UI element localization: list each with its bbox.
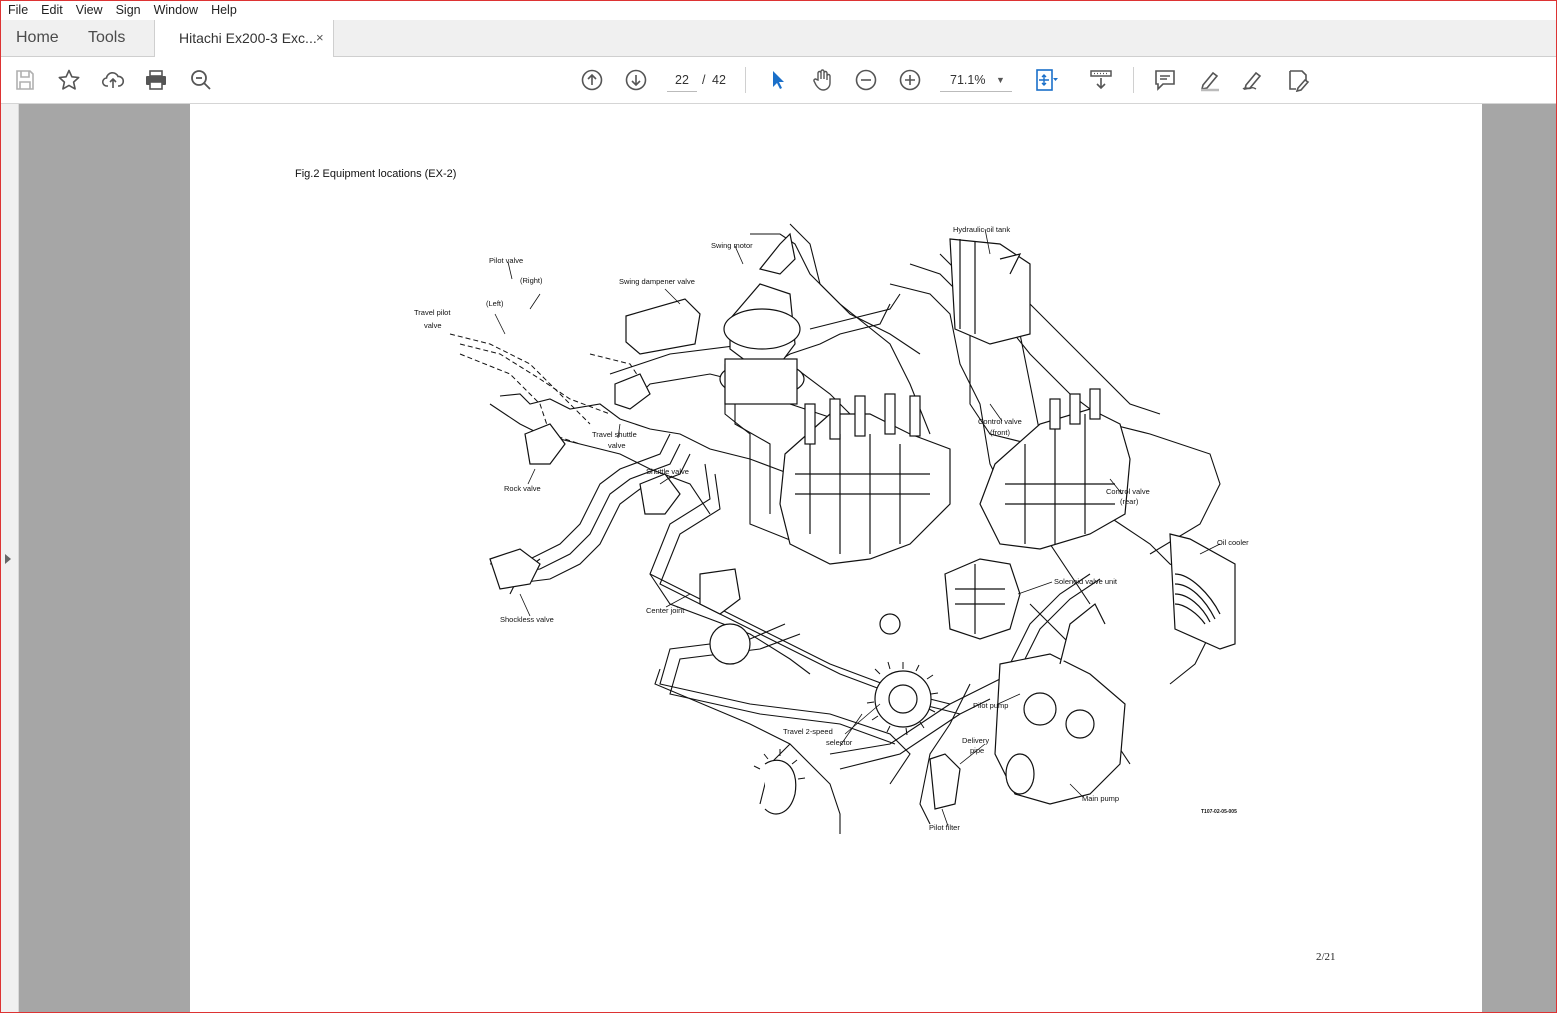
label-selector: selector — [826, 738, 853, 747]
label-right: (Right) — [520, 276, 543, 285]
pdf-page: Fig.2 Equipment locations (EX-2) Pilot v… — [190, 104, 1482, 1013]
figure-code: T107-02-05-005 — [1201, 809, 1237, 815]
tab-home[interactable]: Home — [16, 20, 59, 56]
label-shockless-valve: Shockless valve — [500, 615, 554, 624]
hand-tool-icon[interactable] — [809, 67, 835, 93]
label-swing-dampener: Swing dampener valve — [619, 277, 695, 286]
toolbar-divider — [745, 67, 746, 93]
label-swing-motor: Swing motor — [711, 241, 753, 250]
comment-icon[interactable] — [1152, 67, 1178, 93]
menu-help[interactable]: Help — [206, 3, 242, 17]
hydraulic-schematic-drawing — [449, 223, 1236, 834]
page-number-input[interactable]: 22 — [667, 69, 697, 92]
zoom-search-icon[interactable] — [188, 67, 214, 93]
label-center-joint: Center joint — [646, 606, 685, 615]
label-solenoid-valve-unit: Solenoid valve unit — [1054, 577, 1117, 586]
upload-cloud-icon[interactable] — [100, 67, 126, 93]
tab-tools[interactable]: Tools — [88, 20, 125, 56]
label-hydraulic-tank: Hydraulic oil tank — [953, 225, 1011, 234]
side-panel-toggle[interactable] — [0, 104, 19, 1013]
previous-page-icon[interactable] — [579, 67, 605, 93]
label-control-valve-front: Control valve — [978, 417, 1022, 426]
label-shuttle-valve: Shuttle valve — [646, 467, 689, 476]
close-tab-icon[interactable]: × — [316, 20, 324, 56]
zoom-out-icon[interactable] — [853, 67, 879, 93]
page-separator: / — [702, 73, 706, 87]
label-travel-pilot: Travel pilot — [414, 308, 451, 317]
tab-bar: Home Tools Hitachi Ex200-3 Exc... × — [0, 20, 1557, 57]
print-icon[interactable] — [143, 67, 169, 93]
next-page-icon[interactable] — [623, 67, 649, 93]
tab-document[interactable]: Hitachi Ex200-3 Exc... × — [154, 20, 334, 57]
save-icon[interactable] — [12, 67, 38, 93]
expand-arrow-icon — [5, 554, 11, 564]
label-travel-shuttle-valve: valve — [608, 441, 626, 450]
sign-icon[interactable] — [1240, 67, 1266, 93]
label-rear: (rear) — [1120, 497, 1139, 506]
menu-file[interactable]: File — [3, 3, 33, 17]
zoom-in-icon[interactable] — [897, 67, 923, 93]
fit-page-icon[interactable] — [1033, 67, 1059, 93]
star-icon[interactable] — [56, 67, 82, 93]
toolbar: 22 / 42 71.1% ▼ — [0, 57, 1557, 104]
chevron-down-icon: ▼ — [996, 75, 1005, 85]
toolbar-divider-2 — [1133, 67, 1134, 93]
document-viewer[interactable]: Fig.2 Equipment locations (EX-2) Pilot v… — [0, 104, 1557, 1013]
page-number-label: 2/21 — [1316, 951, 1336, 963]
fill-sign-icon[interactable] — [1285, 67, 1311, 93]
tab-document-title: Hitachi Ex200-3 Exc... — [179, 30, 317, 46]
label-travel-pilot-valve: valve — [424, 321, 442, 330]
label-pilot-valve: Pilot valve — [489, 256, 524, 265]
menu-bar: File Edit View Sign Window Help — [0, 0, 1557, 21]
menu-sign[interactable]: Sign — [111, 3, 146, 17]
label-main-pump: Main pump — [1082, 794, 1120, 803]
menu-window[interactable]: Window — [149, 3, 203, 17]
label-travel-2speed: Travel 2-speed — [783, 727, 833, 736]
zoom-value: 71.1% — [950, 73, 986, 87]
label-pilot-filter: Pilot filter — [929, 823, 960, 832]
label-control-valve-rear: Control valve — [1106, 487, 1150, 496]
label-delivery: Delivery — [962, 736, 990, 745]
label-left: (Left) — [486, 299, 504, 308]
label-oil-cooler: Oil cooler — [1217, 538, 1249, 547]
highlight-pen-icon[interactable] — [1197, 67, 1223, 93]
page-total: 42 — [712, 73, 726, 87]
menu-edit[interactable]: Edit — [36, 3, 68, 17]
zoom-level-select[interactable]: 71.1% ▼ — [940, 69, 1012, 92]
select-cursor-icon[interactable] — [765, 67, 791, 93]
label-rock-valve: Rock valve — [504, 484, 541, 493]
menu-view[interactable]: View — [71, 3, 108, 17]
label-travel-shuttle: Travel shuttle — [592, 430, 637, 439]
label-delivery-pipe: pipe — [970, 746, 985, 755]
label-pilot-pump: Pilot pump — [973, 701, 1009, 710]
label-front: (front) — [990, 428, 1011, 437]
scroll-mode-icon[interactable] — [1088, 67, 1114, 93]
